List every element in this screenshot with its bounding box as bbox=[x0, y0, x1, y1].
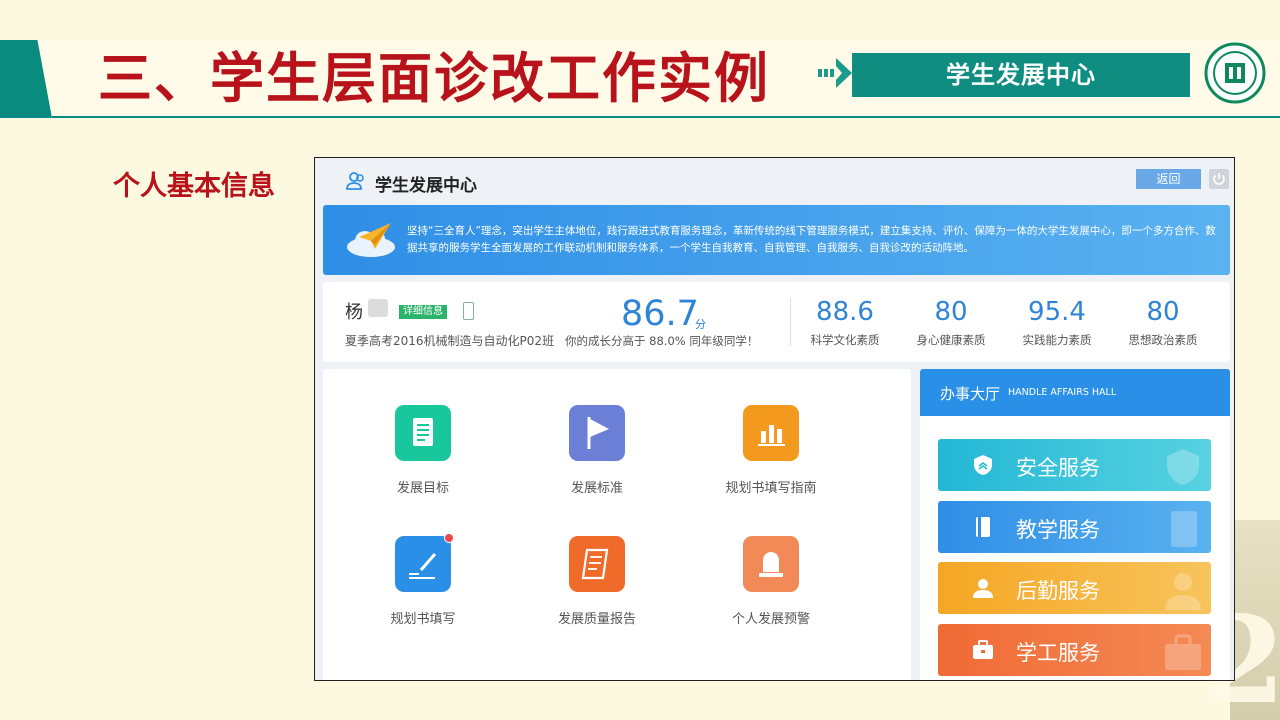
func-plan-fill[interactable]: 规划书填写 bbox=[343, 533, 503, 627]
center-banner: 学生发展中心 bbox=[852, 53, 1190, 97]
intro-text: 坚持“三全育人”理念，突出学生主体地位，践行跟进式教育服务理念，革新传统的线下管… bbox=[407, 225, 1216, 254]
name-mask bbox=[368, 299, 388, 317]
stat-value: 80 bbox=[1146, 297, 1180, 327]
app-title: 学生发展中心 bbox=[375, 176, 477, 196]
stat-label: 实践能力素质 bbox=[1022, 333, 1092, 347]
stat-science: 88.6 科学文化素质 bbox=[795, 296, 895, 348]
phone-icon[interactable] bbox=[463, 302, 474, 320]
stat-label: 身心健康素质 bbox=[916, 333, 986, 347]
service-label: 学工服务 bbox=[1016, 641, 1100, 665]
growth-score: 86.7 bbox=[621, 294, 699, 334]
profile-card: 杨 详细信息 夏季高考2016机械制造与自动化P02班 86.7 分 你的成长分… bbox=[323, 282, 1230, 362]
person-watermark-icon bbox=[1165, 573, 1201, 610]
briefcase-icon bbox=[973, 640, 993, 659]
notification-dot bbox=[444, 533, 454, 543]
affairs-hall-panel: 办事大厅 HANDLE AFFAIRS HALL 安全服务 教学服务 后勤服务 … bbox=[920, 369, 1230, 680]
detail-info-button[interactable]: 详细信息 bbox=[399, 305, 447, 319]
func-label: 发展质量报告 bbox=[557, 612, 636, 627]
stat-value: 88.6 bbox=[816, 297, 874, 327]
function-panel: 发展目标 发展标准 规划书填写指南 规划书填写 发展质量报告 个人发展预警 bbox=[323, 369, 911, 680]
service-student-affairs-button[interactable]: 学工服务 bbox=[938, 624, 1211, 676]
student-class: 夏季高考2016机械制造与自动化P02班 bbox=[345, 334, 555, 348]
pen-icon bbox=[395, 533, 454, 592]
flag-icon bbox=[569, 405, 625, 461]
student-name: 杨 bbox=[345, 302, 363, 323]
alarm-icon bbox=[743, 536, 799, 592]
func-quality-report[interactable]: 发展质量报告 bbox=[517, 536, 677, 627]
func-label: 个人发展预警 bbox=[731, 612, 810, 627]
briefcase-watermark-icon bbox=[1165, 634, 1201, 670]
power-icon bbox=[1213, 173, 1225, 185]
growth-score-desc: 你的成长分高于 88.0% 同年级同学！ bbox=[565, 334, 759, 348]
func-dev-standard[interactable]: 发展标准 bbox=[517, 405, 677, 496]
app-header: 学生发展中心 返回 bbox=[315, 158, 1234, 203]
service-safety-button[interactable]: 安全服务 bbox=[938, 439, 1211, 491]
section-label: 个人基本信息 bbox=[113, 171, 275, 202]
stat-value: 95.4 bbox=[1028, 297, 1086, 327]
func-dev-warning[interactable]: 个人发展预警 bbox=[691, 536, 851, 627]
app-window: 学生发展中心 返回 坚持“三全育人”理念，突出学生主体地位，践行跟进式教育服务理… bbox=[314, 157, 1235, 681]
func-plan-guide[interactable]: 规划书填写指南 bbox=[691, 405, 851, 496]
stat-label: 科学文化素质 bbox=[810, 333, 880, 347]
person-icon bbox=[973, 579, 993, 598]
stat-practice: 95.4 实践能力素质 bbox=[1007, 296, 1107, 348]
service-logistics-button[interactable]: 后勤服务 bbox=[938, 562, 1211, 614]
growth-score-unit: 分 bbox=[695, 318, 706, 331]
profile-divider bbox=[790, 298, 791, 346]
func-label: 发展目标 bbox=[396, 481, 449, 496]
shield-watermark-icon bbox=[1167, 449, 1199, 485]
title-rule bbox=[52, 116, 1280, 118]
service-label: 后勤服务 bbox=[1016, 579, 1100, 603]
service-label: 教学服务 bbox=[1016, 518, 1100, 542]
document-icon bbox=[395, 405, 451, 461]
arrow-icon bbox=[818, 58, 852, 88]
stat-politics: 80 思想政治素质 bbox=[1113, 296, 1213, 348]
school-logo-icon bbox=[1204, 42, 1266, 104]
book-watermark-icon bbox=[1171, 511, 1197, 547]
func-label: 发展标准 bbox=[570, 481, 623, 496]
service-teaching-button[interactable]: 教学服务 bbox=[938, 501, 1211, 553]
book-icon bbox=[976, 517, 990, 537]
hall-header: 办事大厅 HANDLE AFFAIRS HALL bbox=[920, 369, 1230, 416]
users-icon bbox=[346, 172, 364, 190]
func-label: 规划书填写指南 bbox=[725, 481, 817, 496]
bar-chart-icon bbox=[743, 405, 799, 461]
slide-title: 三、学生层面诊改工作实例 bbox=[98, 47, 770, 110]
shield-icon bbox=[974, 455, 992, 475]
report-icon bbox=[569, 536, 625, 592]
intro-banner: 坚持“三全育人”理念，突出学生主体地位，践行跟进式教育服务理念，革新传统的线下管… bbox=[323, 205, 1230, 275]
power-button[interactable] bbox=[1209, 169, 1229, 189]
cloud-plane-icon bbox=[347, 223, 395, 257]
func-dev-goal[interactable]: 发展目标 bbox=[343, 405, 503, 496]
hall-title: 办事大厅 bbox=[940, 385, 1001, 403]
stat-label: 思想政治素质 bbox=[1128, 333, 1198, 347]
back-button[interactable]: 返回 bbox=[1136, 169, 1201, 189]
func-label: 规划书填写 bbox=[390, 612, 456, 627]
hall-subtitle: HANDLE AFFAIRS HALL bbox=[1008, 387, 1117, 398]
stat-health: 80 身心健康素质 bbox=[901, 296, 1001, 348]
stat-value: 80 bbox=[934, 297, 968, 327]
service-label: 安全服务 bbox=[1016, 456, 1100, 480]
